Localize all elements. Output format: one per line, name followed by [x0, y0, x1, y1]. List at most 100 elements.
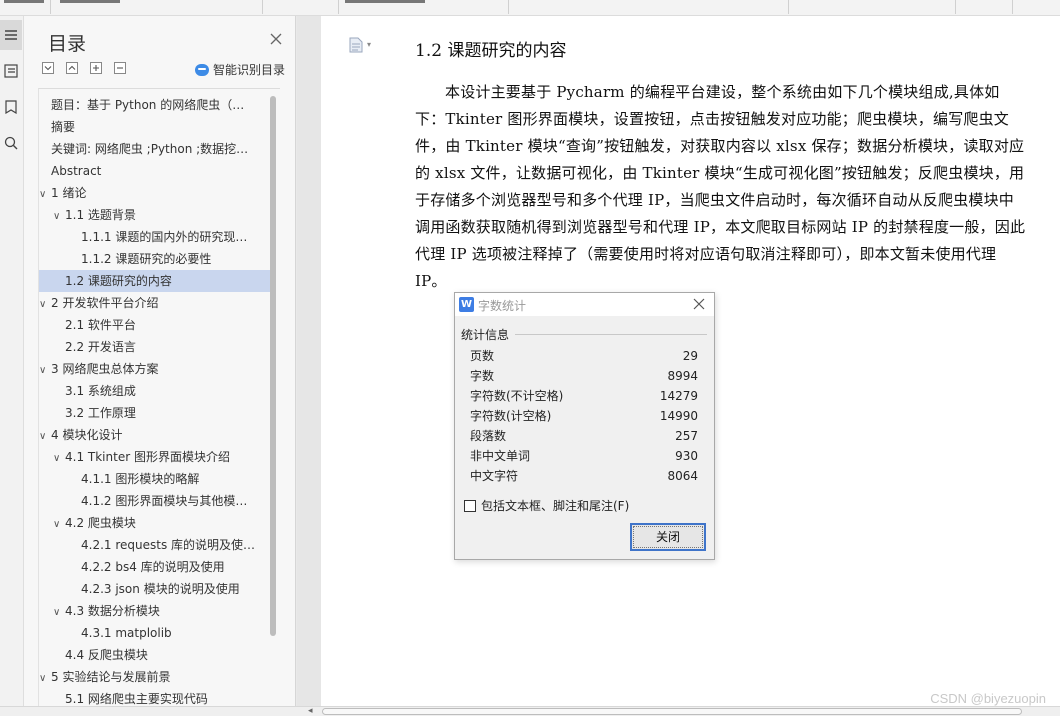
chevron-down-icon[interactable]: ∨ [39, 426, 51, 446]
expand-all-button[interactable] [42, 62, 54, 74]
include-textbox-option[interactable]: 包括文本框、脚注和尾注(F) [464, 497, 629, 514]
toc-item[interactable]: ∨ 1.1 选题背景 [39, 204, 271, 226]
group-divider [515, 334, 707, 335]
chevron-down-icon[interactable]: ∨ [39, 668, 51, 688]
toc-item[interactable]: ∨ 5 实验结论与发展前景 [39, 666, 271, 688]
toc-item-label: 4 模块化设计 [51, 428, 123, 442]
chevron-down-icon[interactable]: ∨ [53, 514, 65, 534]
toc-item-label: 5 实验结论与发展前景 [51, 670, 171, 684]
toolbar-divider [50, 0, 51, 14]
close-button[interactable]: 关闭 [630, 523, 706, 551]
toc-item[interactable]: 5.1 网络爬虫主要实现代码 [39, 688, 271, 708]
toc-item[interactable]: 摘要 [39, 116, 271, 138]
toc-item[interactable]: 4.2.2 bs4 库的说明及使用 [39, 556, 271, 578]
toc-item[interactable]: ∨ 1 绪论 [39, 182, 271, 204]
stat-row: 字符数(不计空格) 14279 [470, 386, 700, 406]
horizontal-scrollbar[interactable]: ◂ [0, 706, 1060, 716]
toc-item[interactable]: 3.2 工作原理 [39, 402, 271, 424]
toc-item[interactable]: 3.1 系统组成 [39, 380, 271, 402]
toc-item-label: 4.1.1 图形模块的略解 [81, 472, 200, 486]
stat-value: 8064 [667, 469, 698, 483]
toc-item[interactable]: 2.1 软件平台 [39, 314, 271, 336]
toc-item[interactable]: Abstract [39, 160, 271, 182]
toc-rail-button[interactable] [0, 20, 22, 50]
toc-item[interactable]: 2.2 开发语言 [39, 336, 271, 358]
wps-app-icon: W [459, 297, 474, 312]
search-icon [4, 136, 18, 150]
toolbar-divider [262, 0, 263, 14]
toc-scrollbar[interactable] [270, 96, 276, 636]
toolbar-divider [955, 0, 956, 14]
stat-key: 中文字符 [470, 469, 519, 483]
toc-item-label: 2.1 软件平台 [65, 318, 136, 332]
stat-value: 8994 [667, 369, 698, 383]
plus-icon [93, 65, 99, 71]
smart-toc-button[interactable]: 智能识别目录 [195, 61, 285, 78]
chevron-down-icon[interactable]: ▾ [367, 40, 371, 49]
bookmark-icon [5, 100, 17, 114]
toolbar-fragment [345, 0, 425, 3]
toc-item-label: 4.1.2 图形界面模块与其他模… [81, 494, 248, 508]
toc-item-label: 2 开发软件平台介绍 [51, 296, 159, 310]
watermark: CSDN @biyezuopin [930, 691, 1046, 706]
toc-item[interactable]: ∨ 4 模块化设计 [39, 424, 271, 446]
toc-item-label: 4.2.2 bs4 库的说明及使用 [81, 560, 225, 574]
chevron-down-icon[interactable]: ∨ [39, 184, 51, 204]
close-icon[interactable] [269, 32, 283, 46]
stat-value: 14990 [659, 409, 698, 423]
toc-item[interactable]: ∨ 2 开发软件平台介绍 [39, 292, 271, 314]
chevron-down-icon[interactable]: ∨ [39, 294, 51, 314]
toc-item[interactable]: 1.1.2 课题研究的必要性 [39, 248, 271, 270]
outline-rail-button[interactable] [0, 56, 22, 86]
toolbar-fragment [60, 0, 120, 3]
scroll-left-icon[interactable]: ◂ [308, 706, 313, 716]
toc-item[interactable]: ∨ 4.1 Tkinter 图形界面模块介绍 [39, 446, 271, 468]
toc-item[interactable]: 1.2 课题研究的内容 [39, 270, 271, 292]
remove-heading-button[interactable] [114, 62, 126, 74]
toc-item[interactable]: 4.2.1 requests 库的说明及使… [39, 534, 271, 556]
close-icon[interactable] [693, 298, 705, 310]
chevron-down-icon[interactable]: ∨ [39, 360, 51, 380]
toc-item[interactable]: 4.1.2 图形界面模块与其他模… [39, 490, 271, 512]
stat-value: 257 [675, 429, 698, 443]
bookmark-rail-button[interactable] [0, 92, 22, 122]
collapse-all-button[interactable] [66, 62, 78, 74]
toc-item[interactable]: ∨ 4.3 数据分析模块 [39, 600, 271, 622]
toc-item[interactable]: 关键词: 网络爬虫 ;Python ;数据挖… [39, 138, 271, 160]
document-icon[interactable] [349, 37, 363, 53]
stat-key: 字符数(不计空格) [470, 389, 564, 403]
toc-item[interactable]: 1.1.1 课题的国内外的研究现… [39, 226, 271, 248]
smart-toc-label: 智能识别目录 [213, 63, 286, 77]
chevron-down-icon[interactable]: ∨ [53, 448, 65, 468]
toc-item-label: 4.3 数据分析模块 [65, 604, 160, 618]
chevron-down-icon[interactable]: ∨ [53, 206, 65, 226]
chevron-down-icon[interactable]: ∨ [53, 602, 65, 622]
toc-title: 目录 [48, 33, 87, 55]
toc-item-label: 4.4 反爬虫模块 [65, 648, 148, 662]
find-rail-button[interactable] [0, 128, 22, 158]
smart-recognize-icon [195, 63, 209, 76]
stat-row: 非中文单词 930 [470, 446, 700, 466]
toc-item[interactable]: 4.2.3 json 模块的说明及使用 [39, 578, 271, 600]
stat-row: 中文字符 8064 [470, 466, 700, 486]
toc-item[interactable]: 4.1.1 图形模块的略解 [39, 468, 271, 490]
checkbox-label: 包括文本框、脚注和尾注(F) [481, 499, 630, 513]
stats-group-label: 统计信息 [461, 328, 510, 342]
stat-row: 段落数 257 [470, 426, 700, 446]
toc-item[interactable]: 题目：基于 Python 的网络爬虫（… [39, 94, 271, 116]
include-textbox-checkbox[interactable] [464, 499, 476, 512]
toc-item[interactable]: 4.3.1 matplolib [39, 622, 271, 644]
toolbar-fragment [4, 0, 44, 3]
add-heading-button[interactable] [90, 62, 102, 74]
toc-list: 题目：基于 Python 的网络爬虫（… 摘要关键词: 网络爬虫 ;Python … [38, 88, 280, 708]
toc-item[interactable]: ∨ 4.2 爬虫模块 [39, 512, 271, 534]
stat-row: 字数 8994 [470, 366, 700, 386]
toc-item[interactable]: 4.4 反爬虫模块 [39, 644, 271, 666]
toc-item-label: 摘要 [51, 120, 76, 134]
toc-item-label: 题目：基于 Python 的网络爬虫（… [51, 98, 245, 112]
scrollbar-thumb[interactable] [322, 708, 1022, 715]
stat-key: 段落数 [470, 429, 507, 443]
toc-item[interactable]: ∨ 3 网络爬虫总体方案 [39, 358, 271, 380]
dialog-titlebar: W 字数统计 [455, 293, 714, 316]
toc-item-label: 3.1 系统组成 [65, 384, 136, 398]
